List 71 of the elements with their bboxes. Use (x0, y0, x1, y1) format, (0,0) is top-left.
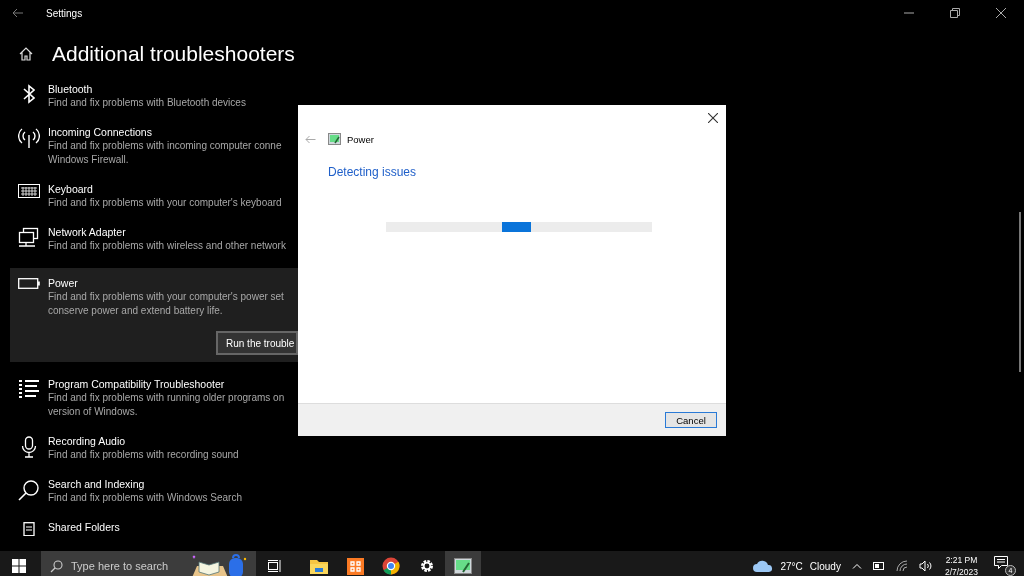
cloud-icon[interactable] (753, 560, 774, 572)
list-icon (18, 379, 40, 401)
troubleshooter-description: conserve power and extend battery life. (48, 304, 224, 318)
troubleshooter-title[interactable]: Program Compatibility Troubleshooter (48, 377, 285, 391)
troubleshooter-description: version of Windows. (48, 405, 139, 419)
troubleshooter-title[interactable]: Shared Folders (48, 520, 120, 534)
clock-time[interactable]: 2:21 PM (945, 554, 978, 566)
home-icon[interactable] (18, 46, 34, 62)
troubleshooter-title[interactable]: Recording Audio (48, 434, 239, 448)
troubleshooter-description: Windows Firewall. (48, 153, 130, 167)
troubleshooter-item[interactable]: Recording Audio Find and fix problems with recording sound (10, 434, 298, 477)
speaker-icon[interactable] (918, 560, 933, 572)
troubleshooter-title[interactable]: Keyboard (48, 182, 282, 196)
troubleshooter-item[interactable]: Search and Indexing Find and fix problems with Windows Search (10, 477, 298, 520)
troubleshooter-title[interactable]: Bluetooth (48, 82, 246, 96)
battery-icon (18, 278, 40, 289)
troubleshooter-title[interactable]: Network Adapter (48, 225, 286, 239)
search-icon (50, 559, 63, 573)
weather-condition[interactable]: Cloudy (809, 560, 841, 572)
troubleshooter-description: Find and fix problems with your computer's power set (48, 290, 284, 304)
cancel-button[interactable]: Cancel (665, 412, 717, 428)
close-icon[interactable] (708, 113, 718, 123)
back-arrow-icon[interactable] (12, 8, 24, 18)
dialog-heading: Detecting issues (328, 165, 418, 179)
troubleshooter-item[interactable]: Program Compatibility Troubleshooter Find and fix problems with running older programs on version of Windows. (10, 377, 298, 434)
chrome-icon (382, 557, 400, 575)
gear-icon (419, 558, 435, 574)
troubleshooter-description: Find and fix problems with running older programs on (48, 391, 285, 405)
troubleshooter-item[interactable]: Power Find and fix problems with your computer's power set conserve power and extend battery life. Run the trouble (10, 268, 298, 362)
search-field[interactable]: Type here to search (71, 560, 181, 572)
taskbar-app[interactable] (445, 551, 481, 576)
troubleshooter-title[interactable]: Incoming Connections (48, 125, 282, 139)
clock-date[interactable]: 2/7/2023 (944, 566, 978, 576)
window-title: Settings (46, 7, 83, 19)
bluetooth-icon (23, 84, 35, 104)
scrollbar[interactable] (1019, 212, 1021, 372)
run-troubleshooter-button[interactable]: Run the trouble (216, 331, 298, 355)
troubleshooter-item[interactable]: Network Adapter Find and fix problems with wireless and other network (10, 225, 298, 268)
caret-up-icon[interactable] (851, 563, 862, 569)
troubleshooter-description: Find and fix problems with your computer's keyboard (48, 196, 282, 210)
weather-temperature[interactable]: 27°C (780, 560, 803, 572)
phone-icon (23, 522, 35, 536)
page-heading: Additional troubleshooters (52, 42, 295, 66)
wifi-icon[interactable] (895, 560, 908, 572)
troubleshooter-title: Power (48, 276, 79, 290)
antenna-icon (18, 127, 40, 149)
troubleshooter-item[interactable]: Keyboard Find and fix problems with your computer's keyboard (10, 182, 298, 225)
troubleshooter-item[interactable]: Incoming Connections Find and fix problems with incoming computer conne Windows Firewall. (10, 125, 298, 182)
microphone-icon (21, 436, 37, 458)
restore-icon[interactable] (950, 8, 960, 18)
windows-logo-icon[interactable] (12, 559, 26, 573)
search-icon (18, 479, 40, 501)
troubleshooter-description: Find and fix problems with Windows Search (48, 491, 242, 505)
troubleshooter-item[interactable]: Shared Folders (10, 520, 298, 551)
notification-icon[interactable] (994, 556, 1008, 570)
troubleshooter-description: Find and fix problems with wireless and other network (48, 239, 286, 253)
monitors-icon (18, 227, 40, 249)
task-view-icon[interactable] (268, 560, 282, 572)
troubleshooter-icon (454, 558, 472, 574)
troubleshooter-icon (328, 133, 341, 145)
troubleshooter-title[interactable]: Search and Indexing (48, 477, 242, 491)
troubleshooter-description: Find and fix problems with recording sound (48, 448, 239, 462)
close-icon[interactable] (996, 8, 1006, 18)
troubleshooter-description: Find and fix problems with incoming computer conne (48, 139, 282, 153)
dialog-title: Power (347, 133, 374, 145)
keyboard-icon (18, 184, 40, 198)
folder-icon (310, 558, 328, 574)
troubleshooter-item[interactable]: Bluetooth Find and fix problems with Bluetooth devices (10, 82, 298, 125)
troubleshooter-description: Find and fix problems with Bluetooth devices (48, 96, 246, 110)
battery-icon[interactable] (872, 562, 885, 570)
taskbar-search-box[interactable]: Type here to search (41, 551, 256, 576)
